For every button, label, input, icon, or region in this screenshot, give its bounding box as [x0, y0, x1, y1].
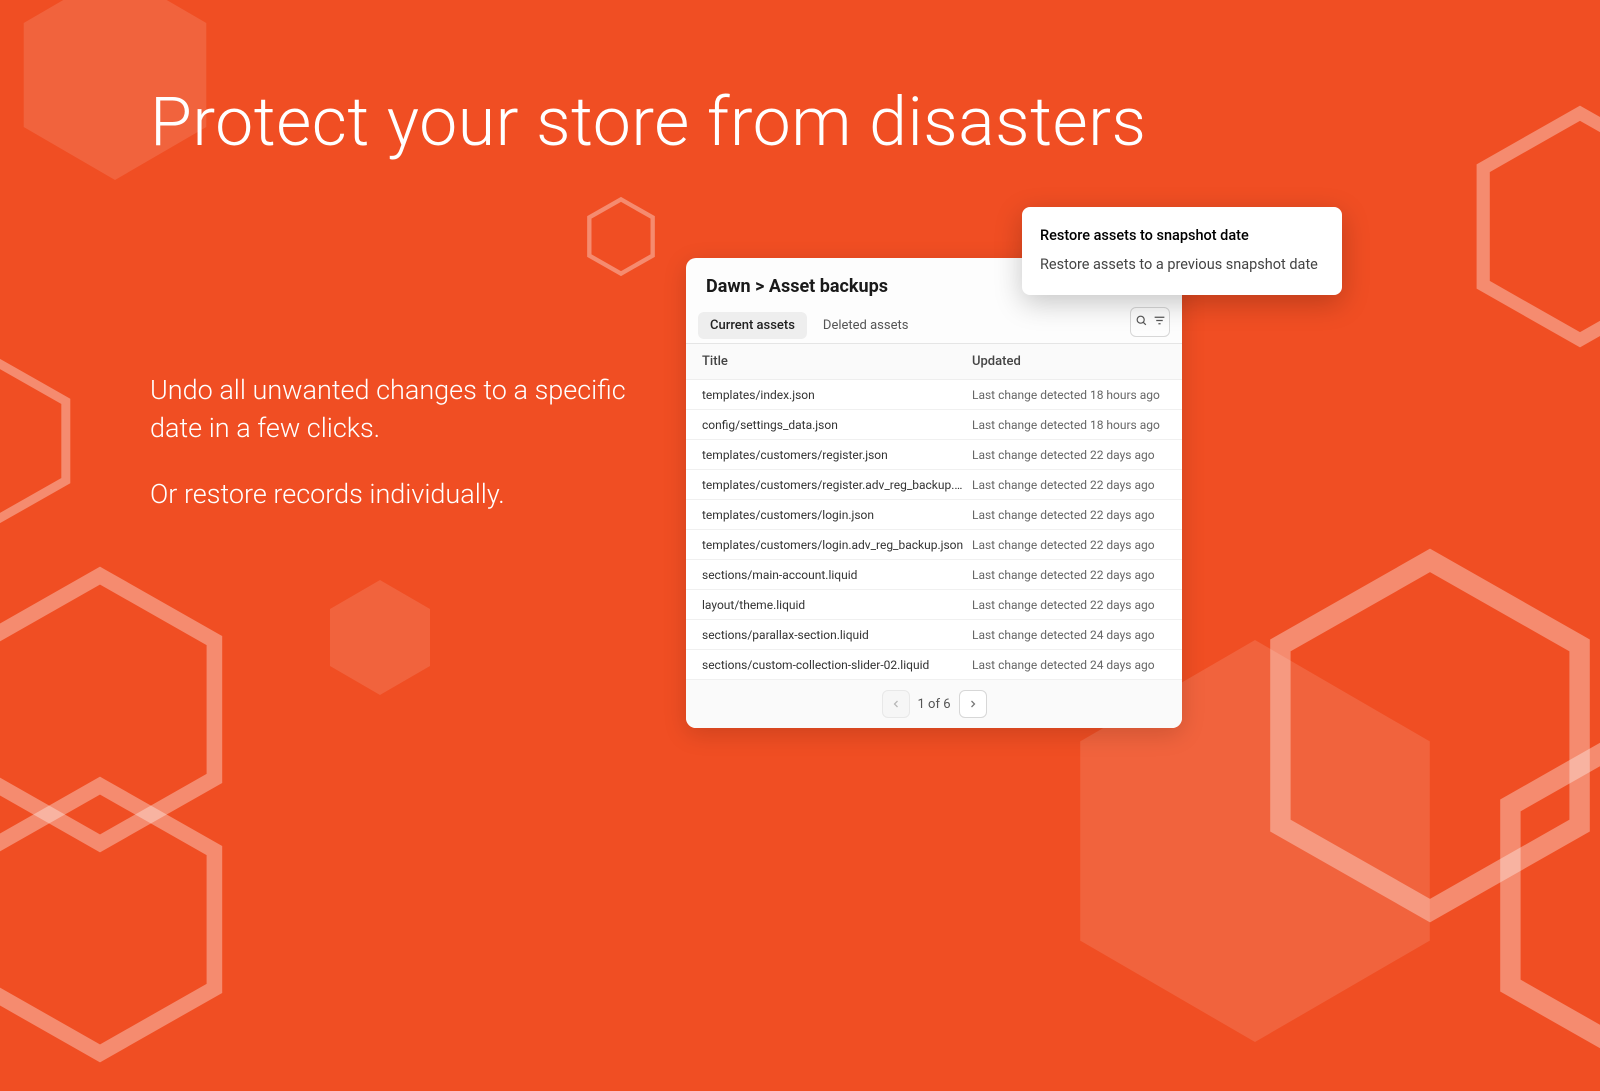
restore-snapshot-option[interactable]: Restore assets to snapshot date	[1040, 221, 1324, 250]
table-row[interactable]: templates/index.jsonLast change detected…	[686, 380, 1182, 410]
tab-bar: Current assets Deleted assets	[686, 307, 1182, 344]
asset-title: config/settings_data.json	[702, 418, 972, 432]
filter-icon	[1153, 314, 1166, 331]
decorative-hexagon-outline	[0, 355, 75, 527]
asset-title: sections/parallax-section.liquid	[702, 628, 972, 642]
pager-prev-button[interactable]	[882, 690, 910, 718]
asset-title: templates/customers/register.adv_reg_bac…	[702, 478, 972, 492]
asset-title: templates/index.json	[702, 388, 972, 402]
tab-current-assets[interactable]: Current assets	[698, 312, 807, 339]
table-row[interactable]: templates/customers/login.jsonLast chang…	[686, 500, 1182, 530]
chevron-right-icon	[967, 695, 979, 714]
table-row[interactable]: sections/main-account.liquidLast change …	[686, 560, 1182, 590]
asset-updated: Last change detected 22 days ago	[972, 508, 1166, 522]
decorative-hexagon-outline	[1260, 540, 1600, 931]
asset-updated: Last change detected 22 days ago	[972, 478, 1166, 492]
table-row[interactable]: templates/customers/register.adv_reg_bac…	[686, 470, 1182, 500]
asset-updated: Last change detected 24 days ago	[972, 658, 1166, 672]
asset-updated: Last change detected 22 days ago	[972, 568, 1166, 582]
column-header-title: Title	[702, 354, 972, 369]
asset-title: templates/customers/login.adv_reg_backup…	[702, 538, 972, 552]
asset-title: sections/custom-collection-slider-02.liq…	[702, 658, 972, 672]
decorative-hexagon-outline	[1470, 100, 1600, 353]
asset-title: layout/theme.liquid	[702, 598, 972, 612]
asset-table: templates/index.jsonLast change detected…	[686, 380, 1182, 680]
restore-menu-popover: Restore assets to snapshot date Restore …	[1022, 207, 1342, 295]
decorative-hexagon-outline	[1490, 700, 1600, 1091]
asset-updated: Last change detected 24 days ago	[972, 628, 1166, 642]
chevron-left-icon	[890, 695, 902, 714]
copy-line-2: Or restore records individually.	[150, 476, 630, 514]
copy-line-1: Undo all unwanted changes to a specific …	[150, 372, 630, 448]
asset-updated: Last change detected 18 hours ago	[972, 388, 1166, 402]
decorative-hexagon-outline	[0, 770, 230, 1069]
column-header-updated: Updated	[972, 354, 1166, 369]
pager: 1 of 6	[686, 680, 1182, 728]
asset-title: sections/main-account.liquid	[702, 568, 972, 582]
table-row[interactable]: sections/parallax-section.liquidLast cha…	[686, 620, 1182, 650]
search-icon	[1135, 314, 1148, 331]
asset-backups-panel: Dawn > Asset backups Current assets Dele…	[686, 258, 1182, 728]
asset-title: templates/customers/register.json	[702, 448, 972, 462]
restore-previous-snapshot-option[interactable]: Restore assets to a previous snapshot da…	[1040, 250, 1324, 279]
table-row[interactable]: config/settings_data.jsonLast change det…	[686, 410, 1182, 440]
page-headline: Protect your store from disasters	[150, 82, 1147, 162]
asset-updated: Last change detected 22 days ago	[972, 538, 1166, 552]
asset-updated: Last change detected 22 days ago	[972, 598, 1166, 612]
decorative-hexagon-outline	[0, 560, 230, 859]
table-row[interactable]: templates/customers/register.jsonLast ch…	[686, 440, 1182, 470]
asset-updated: Last change detected 18 hours ago	[972, 418, 1166, 432]
asset-title: templates/customers/login.json	[702, 508, 972, 522]
table-row[interactable]: templates/customers/login.adv_reg_backup…	[686, 530, 1182, 560]
table-row[interactable]: layout/theme.liquidLast change detected …	[686, 590, 1182, 620]
table-header: Title Updated	[686, 344, 1182, 380]
pager-text: 1 of 6	[918, 697, 951, 712]
table-row[interactable]: sections/custom-collection-slider-02.liq…	[686, 650, 1182, 680]
tab-deleted-assets[interactable]: Deleted assets	[811, 312, 921, 339]
marketing-copy: Undo all unwanted changes to a specific …	[150, 372, 630, 513]
asset-updated: Last change detected 22 days ago	[972, 448, 1166, 462]
decorative-hexagon	[330, 580, 430, 695]
search-filter-button[interactable]	[1130, 307, 1170, 337]
pager-next-button[interactable]	[959, 690, 987, 718]
decorative-hexagon-outline	[585, 195, 657, 278]
